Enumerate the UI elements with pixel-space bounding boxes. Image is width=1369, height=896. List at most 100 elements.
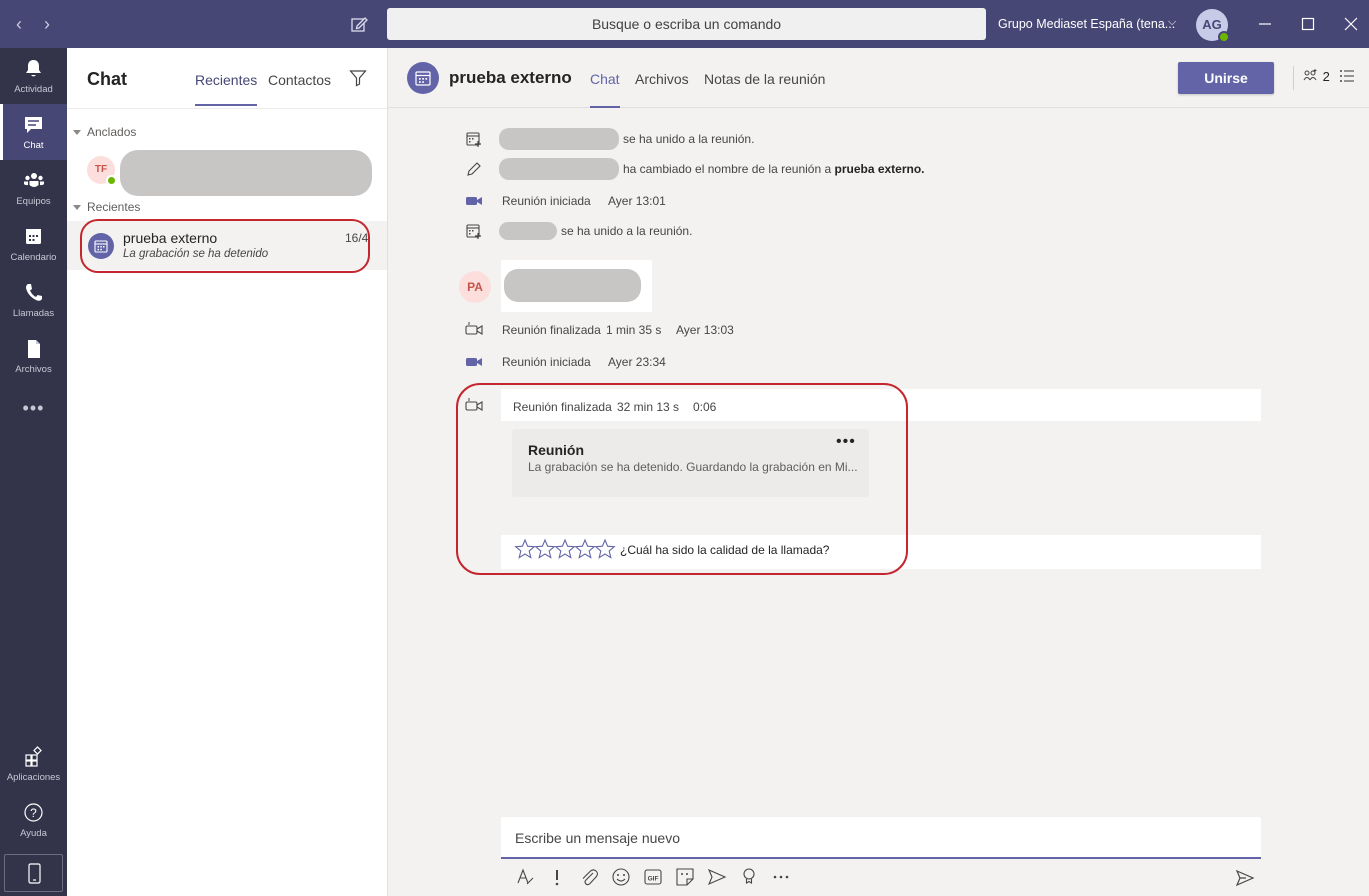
chat-icon bbox=[25, 117, 42, 133]
file-icon bbox=[28, 340, 40, 358]
meeting-ended-header: Reunión finalizada 32 min 13 s 0:06 bbox=[501, 389, 1261, 421]
presence-available-icon bbox=[106, 175, 117, 186]
new-chat-icon[interactable] bbox=[346, 11, 372, 37]
section-recent[interactable]: Recientes bbox=[73, 200, 140, 214]
sender-avatar[interactable]: PA bbox=[459, 271, 491, 303]
pinned-chat-avatar[interactable]: TF bbox=[87, 156, 117, 186]
chat-list-pane: Chat Recientes Contactos Anclados TF Rec… bbox=[67, 48, 388, 896]
send-icon[interactable] bbox=[1234, 867, 1256, 892]
important-icon[interactable] bbox=[546, 866, 568, 888]
recent-chat-item[interactable]: prueba externo 16/4 La grabación se ha d… bbox=[67, 221, 387, 270]
tab-recientes[interactable]: Recientes bbox=[195, 72, 258, 106]
apps-icon bbox=[25, 746, 42, 767]
gif-icon[interactable]: GIF bbox=[642, 866, 664, 888]
rail-item-calls[interactable]: Llamadas bbox=[0, 272, 67, 328]
format-icon[interactable] bbox=[514, 866, 536, 888]
system-message-joined: se ha unido a la reunión. bbox=[465, 128, 1065, 150]
rail-item-teams[interactable]: Equipos bbox=[0, 160, 67, 216]
phone-icon bbox=[26, 284, 42, 301]
message-input[interactable] bbox=[515, 817, 1245, 859]
system-message-meeting-started: Reunión iniciada Ayer 13:01 bbox=[465, 190, 1065, 212]
emoji-icon[interactable] bbox=[610, 866, 632, 888]
close-icon[interactable] bbox=[1339, 12, 1363, 36]
tab-contactos[interactable]: Contactos bbox=[268, 72, 331, 88]
svg-text:GIF: GIF bbox=[648, 876, 659, 883]
redacted-name bbox=[499, 222, 557, 240]
recording-title: Reunión bbox=[528, 442, 584, 458]
presence-available-icon bbox=[1218, 31, 1230, 43]
search-input[interactable]: Busque o escriba un comando bbox=[387, 8, 986, 40]
tab-chat[interactable]: Chat bbox=[590, 71, 620, 108]
video-camera-icon bbox=[465, 398, 483, 411]
star-icon[interactable] bbox=[594, 538, 616, 560]
system-message-meeting-started: Reunión iniciada Ayer 23:34 bbox=[465, 351, 1065, 373]
star-icon[interactable] bbox=[574, 538, 596, 560]
minimize-icon[interactable] bbox=[1253, 12, 1277, 36]
help-icon: ? bbox=[24, 803, 43, 822]
chevron-down-icon[interactable]: ⌵ bbox=[1168, 16, 1176, 29]
star-icon[interactable] bbox=[514, 538, 536, 560]
join-button[interactable]: Unirse bbox=[1178, 62, 1274, 94]
calendar-add-icon bbox=[466, 132, 481, 147]
more-options-icon[interactable]: ••• bbox=[836, 433, 856, 451]
user-avatar[interactable]: AG bbox=[1196, 9, 1230, 43]
calendar-icon bbox=[94, 240, 108, 253]
meeting-avatar bbox=[407, 62, 439, 94]
recent-chat-date: 16/4 bbox=[345, 231, 369, 245]
redacted-name bbox=[499, 158, 619, 180]
recent-chat-preview: La grabación se ha detenido bbox=[123, 248, 269, 260]
praise-icon[interactable] bbox=[738, 866, 760, 888]
calendar-icon bbox=[415, 71, 431, 86]
more-options-icon[interactable] bbox=[770, 866, 792, 888]
tenant-switcher[interactable]: Grupo Mediaset España (tena... bbox=[998, 0, 1175, 48]
filter-icon[interactable] bbox=[349, 69, 367, 90]
meeting-ended-card: Reunión finalizada 32 min 13 s 0:06 Reun… bbox=[501, 389, 1261, 569]
star-icon[interactable] bbox=[554, 538, 576, 560]
video-camera-icon bbox=[466, 197, 482, 205]
chat-list-title: Chat bbox=[87, 69, 127, 89]
rail-item-files[interactable]: Archivos bbox=[0, 328, 67, 384]
collapse-icon bbox=[73, 205, 81, 211]
star-rating[interactable] bbox=[514, 538, 616, 560]
svg-text:?: ? bbox=[30, 806, 37, 820]
system-message-joined: se ha unido a la reunión. bbox=[465, 220, 1065, 242]
rail-item-help[interactable]: ? Ayuda bbox=[0, 792, 67, 848]
tab-archivos[interactable]: Archivos bbox=[635, 71, 689, 87]
list-icon[interactable] bbox=[1339, 68, 1355, 87]
star-icon[interactable] bbox=[534, 538, 556, 560]
meet-now-icon[interactable] bbox=[706, 866, 728, 888]
teams-icon bbox=[24, 173, 44, 187]
maximize-icon[interactable] bbox=[1296, 12, 1320, 36]
compose-box[interactable] bbox=[501, 817, 1261, 859]
tab-notas[interactable]: Notas de la reunión bbox=[704, 71, 825, 87]
meeting-ended-icon-row bbox=[465, 395, 489, 417]
attach-icon[interactable] bbox=[578, 866, 600, 888]
mobile-phone-icon bbox=[28, 863, 41, 884]
rail-item-chat[interactable]: Chat bbox=[0, 104, 67, 160]
recording-card[interactable]: Reunión La grabación se ha detenido. Gua… bbox=[512, 429, 869, 497]
rating-question: ¿Cuál ha sido la calidad de la llamada? bbox=[620, 543, 830, 557]
calendar-add-icon bbox=[466, 224, 481, 239]
back-icon[interactable]: ‹ bbox=[7, 12, 31, 36]
rail-item-apps[interactable]: Aplicaciones bbox=[0, 736, 67, 792]
recent-chat-name: prueba externo bbox=[123, 230, 218, 246]
mobile-app-button[interactable] bbox=[4, 854, 63, 892]
pinned-chat-item[interactable] bbox=[120, 150, 372, 196]
system-message-renamed: ha cambiado el nombre de la reunión a pr… bbox=[465, 158, 1065, 180]
participants-button[interactable]: 2 bbox=[1303, 68, 1330, 84]
message-bubble[interactable] bbox=[501, 260, 652, 312]
divider bbox=[67, 108, 387, 109]
rail-item-calendar[interactable]: Calendario bbox=[0, 216, 67, 272]
app-rail: Actividad Chat Equipos Calendario Llamad… bbox=[0, 48, 67, 896]
forward-icon[interactable]: › bbox=[35, 12, 59, 36]
collapse-icon bbox=[73, 130, 81, 136]
video-camera-icon bbox=[465, 322, 483, 335]
section-pinned[interactable]: Anclados bbox=[73, 125, 136, 139]
more-apps-icon[interactable]: ••• bbox=[0, 398, 67, 419]
title-bar: ‹ › Busque o escriba un comando Grupo Me… bbox=[0, 0, 1369, 48]
redacted-message bbox=[504, 269, 641, 302]
pencil-icon bbox=[467, 162, 481, 176]
sticker-icon[interactable] bbox=[674, 866, 696, 888]
people-add-icon bbox=[1303, 69, 1317, 81]
rail-item-activity[interactable]: Actividad bbox=[0, 48, 67, 104]
